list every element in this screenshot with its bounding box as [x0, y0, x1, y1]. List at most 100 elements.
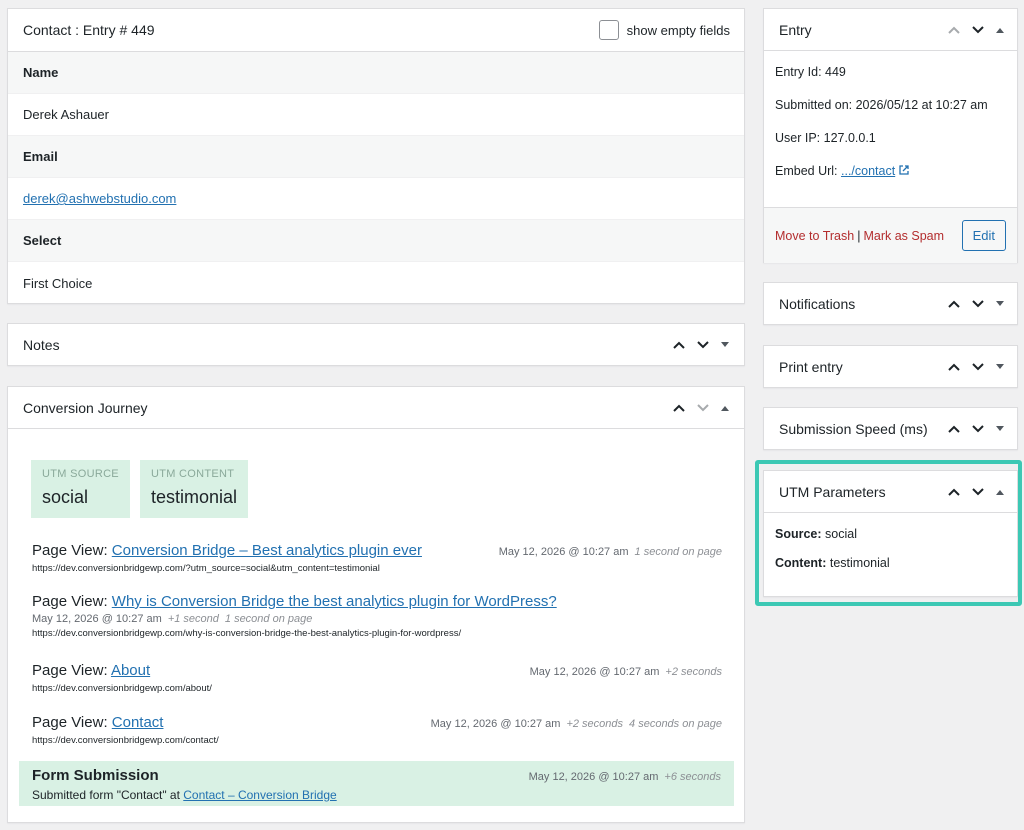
print-entry-box: Print entry	[763, 345, 1018, 388]
event-delta: +6 seconds	[664, 771, 721, 783]
print-title: Print entry	[779, 359, 843, 375]
move-down-icon[interactable]	[969, 358, 987, 376]
utm-content-value: testimonial	[829, 556, 890, 570]
event-date: May 12, 2026 @ 10:27 am	[529, 666, 660, 678]
utm-content-tag: UTM CONTENT testimonial	[139, 460, 248, 518]
collapse-panel-icon[interactable]	[993, 23, 1007, 37]
event-type: Page View:	[32, 714, 108, 731]
entry-header[interactable]: Entry	[764, 9, 1017, 51]
journey-event: Page View: Contact May 12, 2026 @ 10:27 …	[32, 714, 722, 746]
entry-box-title: Entry	[779, 21, 812, 38]
notifications-header[interactable]: Notifications	[764, 283, 1017, 325]
move-up-icon[interactable]	[945, 420, 963, 438]
field-label-name: Name	[8, 52, 744, 94]
event-time-on-page: 1 second on page	[634, 546, 722, 558]
show-empty-label: show empty fields	[626, 22, 730, 38]
event-page-link[interactable]: Why is Conversion Bridge the best analyt…	[112, 593, 557, 610]
event-page-link[interactable]: About	[111, 662, 150, 679]
event-date: May 12, 2026 @ 10:27 am	[32, 613, 162, 625]
entry-submitted: Submitted on: 2026/05/12 at 10:27 am	[775, 98, 988, 112]
contact-entry-box: Contact : Entry # 449 show empty fields …	[7, 8, 745, 304]
utm-source-label: Source:	[775, 527, 822, 541]
speed-header[interactable]: Submission Speed (ms)	[764, 408, 1017, 450]
move-up-icon[interactable]	[945, 21, 963, 39]
move-down-icon[interactable]	[969, 483, 987, 501]
event-type: Page View:	[32, 542, 108, 559]
entry-embed-url: Embed Url: .../contact	[775, 164, 1006, 197]
event-delta: +2 seconds	[665, 666, 722, 678]
utm-header[interactable]: UTM Parameters	[764, 471, 1017, 513]
move-up-icon[interactable]	[945, 483, 963, 501]
mark-spam-link[interactable]: Mark as Spam	[863, 229, 944, 243]
field-label-email: Email	[8, 136, 744, 178]
action-separator: |	[857, 228, 861, 243]
toggle-panel-icon[interactable]	[718, 338, 732, 352]
toggle-panel-icon[interactable]	[993, 360, 1007, 374]
field-value-select: First Choice	[23, 275, 93, 291]
journey-header[interactable]: Conversion Journey	[8, 387, 744, 429]
submission-speed-box: Submission Speed (ms)	[763, 407, 1018, 450]
move-down-icon[interactable]	[694, 399, 712, 417]
collapse-panel-icon[interactable]	[718, 401, 732, 415]
utm-parameters-box: UTM Parameters Source: social Content: t…	[763, 470, 1018, 597]
utm-content-key: UTM CONTENT	[150, 468, 235, 480]
entry-user-ip: User IP: 127.0.0.1	[775, 131, 876, 145]
utm-source-value: social	[825, 527, 857, 541]
event-url: https://dev.conversionbridgewp.com/conta…	[32, 735, 219, 746]
form-submission-text: Submitted form "Contact" at	[32, 788, 180, 802]
notifications-box: Notifications	[763, 282, 1018, 325]
form-submission-event: Form Submission May 12, 2026 @ 10:27 am +…	[19, 761, 734, 806]
entry-title: Contact : Entry # 449	[23, 22, 155, 38]
form-page-link[interactable]: Contact – Conversion Bridge	[183, 788, 336, 802]
move-down-icon[interactable]	[969, 295, 987, 313]
journey-event: Page View: Why is Conversion Bridge the …	[32, 593, 722, 639]
event-time-on-page: 4 seconds on page	[629, 718, 722, 730]
journey-event: Page View: Conversion Bridge – Best anal…	[32, 542, 722, 574]
move-up-icon[interactable]	[945, 295, 963, 313]
show-empty-toggle[interactable]: show empty fields	[598, 20, 730, 40]
external-link-icon	[899, 164, 909, 178]
notes-box: Notes	[7, 323, 745, 366]
edit-button[interactable]: Edit	[961, 220, 1006, 251]
event-page-link[interactable]: Contact	[112, 714, 164, 731]
field-value-email: derek@ashwebstudio.com	[8, 178, 744, 220]
notes-title: Notes	[23, 337, 60, 353]
event-page-link[interactable]: Conversion Bridge – Best analytics plugi…	[112, 542, 422, 559]
utm-content-row: Content: testimonial	[775, 556, 1006, 585]
utm-tags: UTM SOURCE social UTM CONTENT testimonia…	[31, 460, 248, 518]
event-time-on-page: 1 second on page	[224, 613, 313, 625]
event-url: https://dev.conversionbridgewp.com/about…	[32, 683, 212, 694]
event-type: Page View:	[32, 662, 108, 679]
toggle-panel-icon[interactable]	[993, 297, 1007, 311]
notes-header[interactable]: Notes	[8, 324, 744, 366]
move-down-icon[interactable]	[969, 21, 987, 39]
embed-label: Embed Url:	[775, 164, 838, 178]
event-date: May 12, 2026 @ 10:27 am	[528, 771, 659, 783]
journey-event: Page View: About May 12, 2026 @ 10:27 am…	[32, 662, 722, 694]
entry-meta-box: Entry Entry Id: 449 Submitted on: 2026/0…	[763, 8, 1018, 263]
move-up-icon[interactable]	[670, 399, 688, 417]
move-to-trash-link[interactable]: Move to Trash	[775, 229, 854, 243]
utm-source-key: UTM SOURCE	[42, 468, 119, 480]
move-down-icon[interactable]	[694, 336, 712, 354]
event-url: https://dev.conversionbridgewp.com/?utm_…	[32, 563, 380, 574]
collapse-panel-icon[interactable]	[993, 485, 1007, 499]
show-empty-checkbox[interactable]	[598, 20, 619, 40]
conversion-journey-box: Conversion Journey UTM SOURCE social UTM…	[7, 386, 745, 823]
utm-source-row: Source: social	[775, 527, 1006, 556]
utm-source-tag: UTM SOURCE social	[31, 460, 130, 518]
entry-id: Entry Id: 449	[775, 65, 846, 79]
embed-link[interactable]: .../contact	[841, 164, 895, 178]
field-value-name: Derek Ashauer	[8, 94, 744, 136]
move-up-icon[interactable]	[945, 358, 963, 376]
move-up-icon[interactable]	[670, 336, 688, 354]
toggle-panel-icon[interactable]	[993, 422, 1007, 436]
journey-title: Conversion Journey	[23, 399, 148, 416]
email-link[interactable]: derek@ashwebstudio.com	[23, 191, 176, 206]
event-delta: +2 seconds	[566, 718, 624, 730]
notifications-title: Notifications	[779, 296, 856, 312]
event-date: May 12, 2026 @ 10:27 am	[498, 546, 629, 558]
field-label-select: Select	[8, 220, 744, 262]
move-down-icon[interactable]	[969, 420, 987, 438]
print-header[interactable]: Print entry	[764, 346, 1017, 388]
